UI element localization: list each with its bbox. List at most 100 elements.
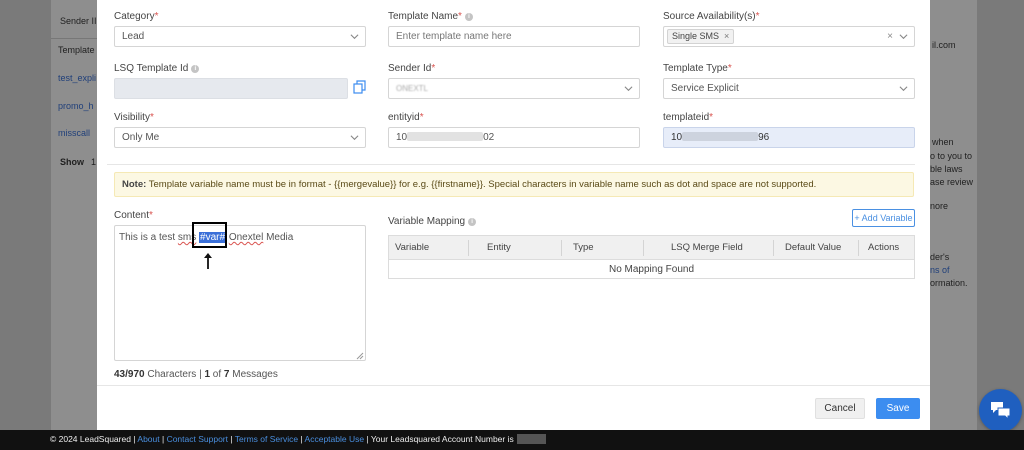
account-number-text: | Your Leadsquared Account Number is bbox=[364, 434, 514, 444]
entityid-prefix: 10 bbox=[396, 132, 408, 143]
chevron-down-icon bbox=[899, 86, 908, 92]
contact-support-link[interactable]: Contact Support bbox=[167, 434, 228, 444]
bg-info-line: when bbox=[932, 137, 954, 147]
message-current: 1 bbox=[204, 369, 211, 380]
acceptable-use-link[interactable]: Acceptable Use bbox=[305, 434, 365, 444]
bg-template-link[interactable]: misscall bbox=[58, 128, 90, 138]
modal-footer-divider bbox=[97, 385, 930, 386]
template-name-label: Template Name* i bbox=[388, 11, 473, 22]
info-icon[interactable]: i bbox=[468, 218, 477, 226]
template-type-value: Service Explicit bbox=[671, 83, 739, 94]
column-header-default-value[interactable]: Default Value bbox=[785, 236, 841, 260]
redacted-block bbox=[407, 132, 484, 141]
chip-label: Single SMS bbox=[672, 31, 720, 41]
copy-icon[interactable] bbox=[353, 80, 366, 94]
visibility-label: Visibility* bbox=[114, 112, 154, 123]
content-label: Content* bbox=[114, 210, 153, 221]
save-button[interactable]: Save bbox=[876, 398, 920, 419]
entityid-label: entityid* bbox=[388, 112, 424, 123]
counter-separator: | bbox=[199, 369, 202, 380]
create-template-modal: Category* Lead Template Name* i Enter tem… bbox=[97, 0, 930, 430]
content-text: Onextel bbox=[228, 232, 264, 243]
chevron-down-icon bbox=[350, 135, 359, 141]
bg-show-value: 1 bbox=[91, 157, 97, 167]
variable-mapping-table: Variable Entity Type LSQ Merge Field Def… bbox=[388, 235, 915, 279]
chat-bubble-icon bbox=[991, 402, 1011, 421]
bg-divider bbox=[51, 38, 97, 39]
entityid-suffix: 02 bbox=[483, 132, 495, 143]
column-header-lsq-merge-field[interactable]: LSQ Merge Field bbox=[671, 236, 743, 260]
info-icon[interactable]: i bbox=[191, 65, 200, 73]
background-template-list: Sender II Template test_expli promo_h mi… bbox=[51, 0, 97, 430]
column-separator bbox=[643, 240, 644, 256]
source-availability-select[interactable]: Single SMS × × bbox=[663, 26, 915, 47]
column-header-type[interactable]: Type bbox=[573, 236, 594, 260]
section-divider bbox=[107, 164, 915, 165]
bg-info-link[interactable]: ns of bbox=[930, 265, 950, 275]
chip-remove-icon[interactable]: × bbox=[724, 31, 729, 41]
bg-info-line: ble laws bbox=[930, 164, 963, 174]
footer-separator: | bbox=[159, 434, 167, 444]
terms-of-service-link[interactable]: Terms of Service bbox=[235, 434, 298, 444]
site-footer: © 2024 LeadSquared | About | Contact Sup… bbox=[0, 430, 1024, 450]
column-header-actions[interactable]: Actions bbox=[868, 236, 899, 260]
about-link[interactable]: About bbox=[137, 434, 159, 444]
bg-header-label: Sender II bbox=[60, 16, 97, 26]
info-icon[interactable]: i bbox=[464, 13, 473, 21]
sender-id-label: Sender Id* bbox=[388, 63, 436, 74]
lsq-template-id-label: LSQ Template Id i bbox=[114, 63, 200, 74]
template-type-select[interactable]: Service Explicit bbox=[663, 78, 915, 99]
visibility-value: Only Me bbox=[122, 132, 160, 143]
resize-grip-icon[interactable] bbox=[356, 352, 364, 360]
chevron-down-icon bbox=[624, 86, 633, 92]
category-select[interactable]: Lead bbox=[114, 26, 366, 47]
sender-id-value: ONEXTL bbox=[396, 84, 429, 93]
bg-template-link[interactable]: test_expli bbox=[58, 73, 96, 83]
templateid-input[interactable]: 10 96 bbox=[663, 127, 915, 148]
template-name-placeholder: Enter template name here bbox=[396, 31, 512, 42]
chevron-down-icon bbox=[350, 34, 359, 40]
column-header-entity[interactable]: Entity bbox=[487, 236, 511, 260]
bg-show-label: Show bbox=[60, 157, 84, 167]
arrow-up-icon bbox=[204, 253, 212, 269]
sender-id-select[interactable]: ONEXTL bbox=[388, 78, 640, 99]
empty-state-message: No Mapping Found bbox=[608, 264, 695, 275]
lsq-template-id-input bbox=[114, 78, 348, 99]
visibility-select[interactable]: Only Me bbox=[114, 127, 366, 148]
messages-label: Messages bbox=[232, 369, 278, 380]
content-text: This is a test bbox=[119, 232, 178, 243]
source-availability-label: Source Availability(s)* bbox=[663, 11, 760, 22]
content-textarea[interactable]: This is a test sms #var# Onextel Media bbox=[114, 225, 366, 361]
column-separator bbox=[468, 240, 469, 256]
template-name-input[interactable]: Enter template name here bbox=[388, 26, 640, 47]
bg-info-line: der's bbox=[930, 252, 950, 262]
column-header-variable[interactable]: Variable bbox=[395, 236, 429, 260]
templateid-prefix: 10 bbox=[671, 132, 683, 143]
template-type-label: Template Type* bbox=[663, 63, 732, 74]
footer-separator: | bbox=[228, 434, 235, 444]
variable-mapping-label: Variable Mapping i bbox=[388, 216, 477, 227]
column-separator bbox=[561, 240, 562, 256]
bg-template-link[interactable]: promo_h bbox=[58, 101, 94, 111]
redacted-account-number bbox=[516, 434, 546, 444]
clear-icon[interactable]: × bbox=[887, 27, 893, 46]
bg-info-line: nore bbox=[930, 201, 949, 211]
format-note: Note: Template variable name must be in … bbox=[114, 172, 914, 197]
cancel-button[interactable]: Cancel bbox=[815, 398, 865, 419]
category-value: Lead bbox=[122, 31, 145, 42]
of-label: of bbox=[212, 369, 222, 380]
chevron-down-icon bbox=[899, 34, 908, 40]
character-counter: 43/970 Characters | 1 of 7 Messages bbox=[114, 369, 278, 380]
note-bold-label: Note: bbox=[122, 179, 147, 190]
redacted-block bbox=[682, 132, 759, 141]
column-separator bbox=[858, 240, 859, 256]
templateid-suffix: 96 bbox=[758, 132, 770, 143]
chat-widget-button[interactable] bbox=[979, 389, 1022, 432]
entityid-input[interactable]: 10 02 bbox=[388, 127, 640, 148]
bg-email-fragment: il.com bbox=[932, 40, 956, 50]
footer-text: © 2024 LeadSquared | About | Contact Sup… bbox=[50, 434, 546, 444]
add-variable-button[interactable]: + Add Variable bbox=[852, 209, 915, 227]
bg-column-label: Template bbox=[58, 45, 95, 55]
bg-info-line: o to you to bbox=[930, 151, 973, 161]
highlight-annotation-box bbox=[192, 222, 227, 248]
